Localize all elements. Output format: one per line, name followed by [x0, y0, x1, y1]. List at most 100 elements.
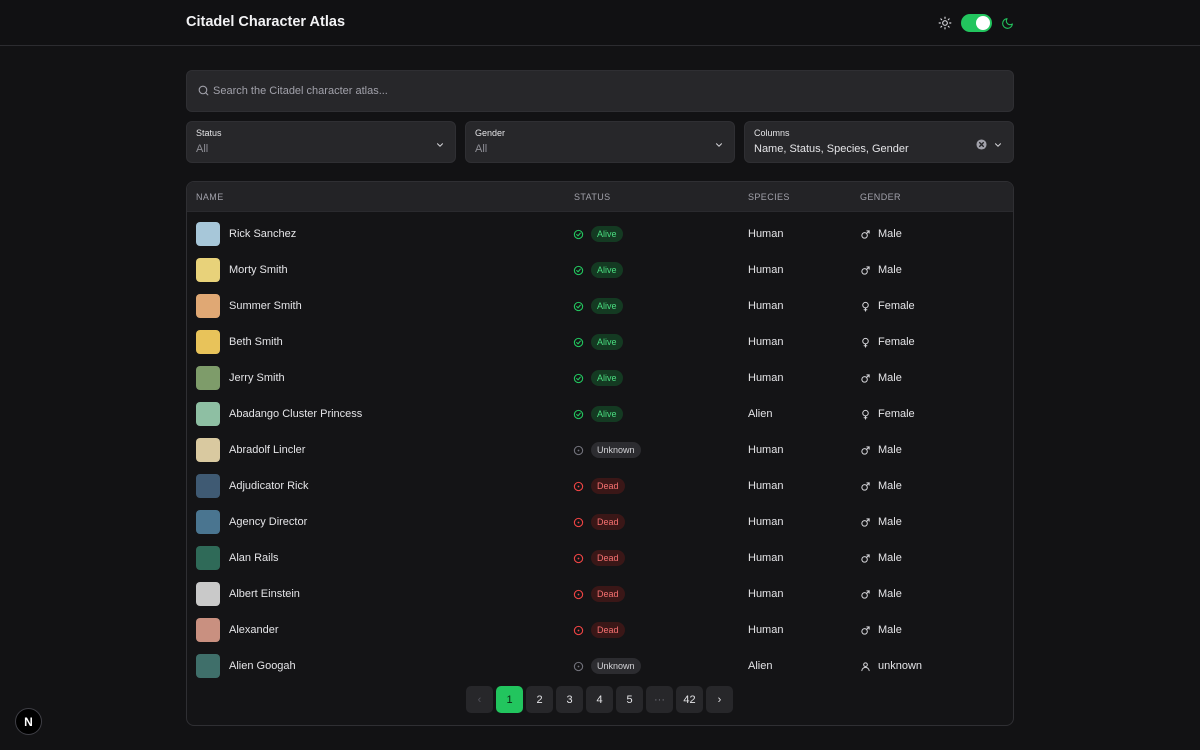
gender-cell: Female [860, 324, 915, 360]
name-cell: Alexander [196, 612, 279, 648]
toggle-knob [976, 16, 990, 30]
table-row[interactable]: Summer Smith Alive Human Female [187, 288, 1013, 324]
status-cell: Dead [573, 540, 625, 576]
status-badge: Alive [591, 406, 623, 422]
status-filter-label: Status [196, 128, 222, 138]
table-row[interactable]: Beth Smith Alive Human Female [187, 324, 1013, 360]
female-icon [860, 409, 871, 420]
character-name: Summer Smith [229, 300, 302, 312]
table-row[interactable]: Alan Rails Dead Human Male [187, 540, 1013, 576]
male-icon [860, 373, 871, 384]
avatar [196, 258, 220, 282]
column-header-status[interactable]: STATUS [574, 192, 611, 202]
name-cell: Abadango Cluster Princess [196, 396, 362, 432]
name-cell: Agency Director [196, 504, 307, 540]
name-cell: Summer Smith [196, 288, 302, 324]
chevron-down-icon [993, 137, 1003, 155]
status-alive-icon [573, 409, 584, 420]
gender-label: Male [878, 516, 902, 528]
gender-label: Male [878, 624, 902, 636]
avatar [196, 654, 220, 678]
status-cell: Dead [573, 504, 625, 540]
gender-cell: Male [860, 504, 902, 540]
table-row[interactable]: Albert Einstein Dead Human Male [187, 576, 1013, 612]
name-cell: Alan Rails [196, 540, 279, 576]
male-icon [860, 481, 871, 492]
page-button[interactable]: 2 [526, 686, 553, 713]
table-row[interactable]: Jerry Smith Alive Human Male [187, 360, 1013, 396]
gender-label: Male [878, 228, 902, 240]
table-row[interactable]: Abadango Cluster Princess Alive Alien Femal… [187, 396, 1013, 432]
avatar [196, 222, 220, 246]
status-cell: Dead [573, 468, 625, 504]
theme-toggle[interactable] [961, 14, 992, 32]
gender-cell: Male [860, 612, 902, 648]
table-row[interactable]: Rick Sanchez Alive Human Male [187, 216, 1013, 252]
search-bar[interactable] [186, 70, 1014, 112]
status-dead-icon [573, 553, 584, 564]
male-icon [860, 517, 871, 528]
table-row[interactable]: Alexander Dead Human Male [187, 612, 1013, 648]
gender-cell: Male [860, 576, 902, 612]
male-icon [860, 589, 871, 600]
character-name: Rick Sanchez [229, 228, 297, 240]
columns-filter[interactable]: Columns Name, Status, Species, Gender [744, 121, 1014, 163]
table-row[interactable]: Adjudicator Rick Dead Human Male [187, 468, 1013, 504]
status-badge: Alive [591, 262, 623, 278]
status-badge: Alive [591, 226, 623, 242]
column-header-species[interactable]: SPECIES [748, 192, 790, 202]
clear-icon[interactable] [976, 137, 987, 155]
status-badge: Unknown [591, 658, 641, 674]
chevron-down-icon [714, 137, 724, 155]
avatar [196, 582, 220, 606]
female-icon [860, 301, 871, 312]
gender-cell: Male [860, 252, 902, 288]
species-cell: Human [748, 588, 784, 600]
species-cell: Human [748, 336, 784, 348]
search-input[interactable] [213, 71, 993, 111]
status-filter-value: All [196, 143, 209, 155]
column-header-name[interactable]: NAME [196, 192, 224, 202]
page-button[interactable]: 5 [616, 686, 643, 713]
status-cell: Unknown [573, 648, 641, 684]
species-cell: Alien [748, 408, 773, 420]
gender-label: Male [878, 588, 902, 600]
name-cell: Albert Einstein [196, 576, 300, 612]
species-cell: Human [748, 264, 784, 276]
avatar [196, 474, 220, 498]
framework-badge[interactable]: N [15, 708, 42, 735]
character-name: Abadango Cluster Princess [229, 408, 363, 420]
status-cell: Unknown [573, 432, 641, 468]
prev-page-button[interactable]: ‹ [466, 686, 493, 713]
gender-label: Female [878, 300, 915, 312]
status-badge: Dead [591, 478, 625, 494]
status-alive-icon [573, 337, 584, 348]
column-header-gender[interactable]: GENDER [860, 192, 901, 202]
gender-filter[interactable]: Gender All [465, 121, 735, 163]
status-dead-icon [573, 625, 584, 636]
table-row[interactable]: Abradolf Lincler Unknown Human Male [187, 432, 1013, 468]
avatar [196, 618, 220, 642]
gender-filter-label: Gender [475, 128, 506, 138]
avatar [196, 510, 220, 534]
page-button[interactable]: 1 [496, 686, 523, 713]
status-alive-icon [573, 301, 584, 312]
avatar [196, 546, 220, 570]
table-row[interactable]: Morty Smith Alive Human Male [187, 252, 1013, 288]
moon-icon [1001, 17, 1014, 30]
character-name: Abradolf Lincler [229, 444, 306, 456]
status-alive-icon [573, 373, 584, 384]
page-button[interactable]: 42 [676, 686, 703, 713]
page-button[interactable]: 3 [556, 686, 583, 713]
next-page-button[interactable]: › [706, 686, 733, 713]
name-cell: Morty Smith [196, 252, 288, 288]
page-button[interactable]: 4 [586, 686, 613, 713]
table-row[interactable]: Alien Googah Unknown Alien unknown [187, 648, 1013, 684]
status-filter[interactable]: Status All [186, 121, 456, 163]
name-cell: Abradolf Lincler [196, 432, 305, 468]
gender-cell: Male [860, 360, 902, 396]
species-cell: Human [748, 624, 784, 636]
table-row[interactable]: Agency Director Dead Human Male [187, 504, 1013, 540]
name-cell: Rick Sanchez [196, 216, 296, 252]
status-cell: Alive [573, 288, 623, 324]
